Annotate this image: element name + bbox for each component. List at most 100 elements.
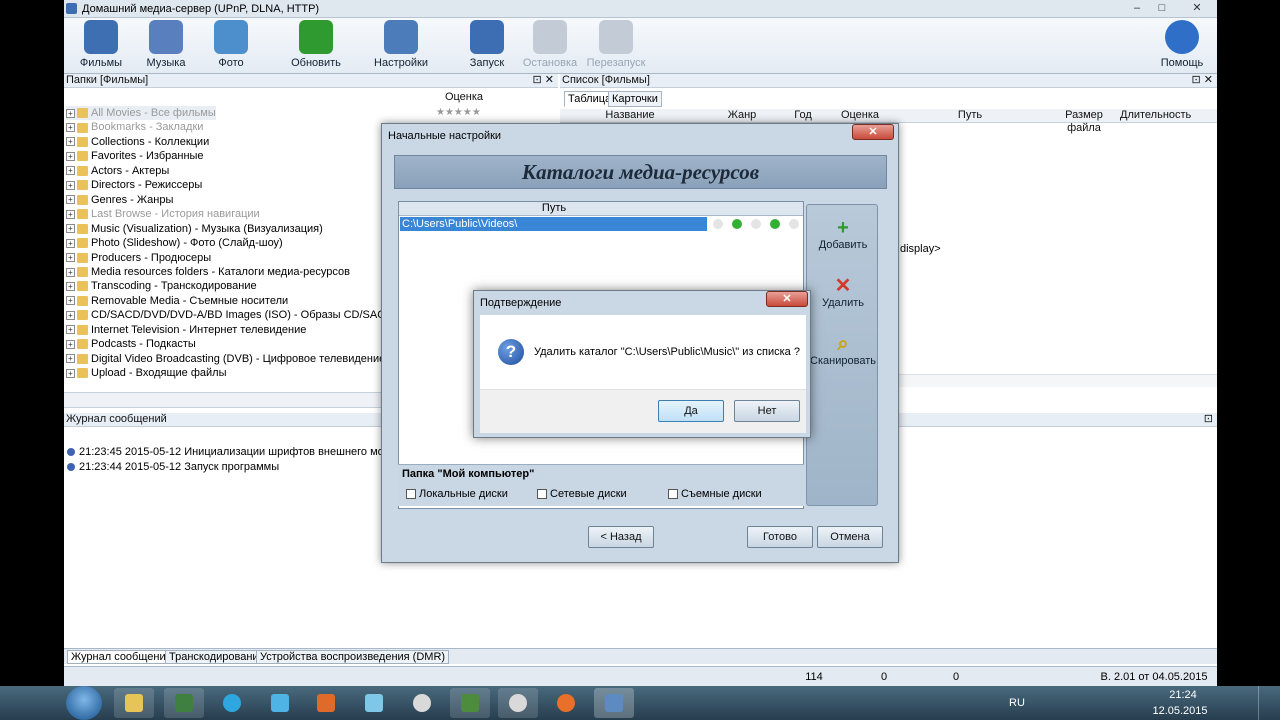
expand-icon[interactable]: + xyxy=(66,123,75,133)
log-row-text: 21:23:45 2015-05-12 Инициализации шрифто… xyxy=(79,446,422,458)
col-file-size[interactable]: Размер файла xyxy=(1050,109,1118,134)
clock-time[interactable]: 21:24 xyxy=(1153,689,1213,701)
expand-icon[interactable]: + xyxy=(66,238,75,248)
tab-log[interactable]: Журнал сообщений xyxy=(67,650,176,664)
tree-item[interactable]: + Last Browse - История навигации xyxy=(66,207,260,221)
tree-item[interactable]: + Genres - Жанры xyxy=(66,193,173,207)
expand-icon[interactable]: + xyxy=(66,296,75,306)
taskbar-app[interactable] xyxy=(306,688,346,718)
tab-cards[interactable]: Карточки xyxy=(608,91,662,107)
taskbar-app[interactable] xyxy=(212,688,252,718)
toolbar-stop-button[interactable]: Остановка xyxy=(518,20,582,69)
expand-icon[interactable]: + xyxy=(66,339,75,349)
toolbar-settings-button[interactable]: Настройки xyxy=(369,20,433,69)
tree-item[interactable]: + Media resources folders - Каталоги меди… xyxy=(66,265,350,279)
toolbar-help-button[interactable]: Помощь xyxy=(1150,20,1214,69)
tree-item[interactable]: + All Movies - Все фильмы xyxy=(66,106,216,120)
tab-dmr-devices[interactable]: Устройства воспроизведения (DMR) xyxy=(256,650,450,664)
toolbar-refresh-button[interactable]: Обновить xyxy=(284,20,348,69)
tree-item[interactable]: + Internet Television - Интернет телевиде… xyxy=(66,323,306,337)
toolbar-films-button[interactable]: Фильмы xyxy=(69,20,133,69)
expand-icon[interactable]: + xyxy=(66,253,75,263)
checkbox-label: Локальные диски xyxy=(419,488,508,500)
expand-icon[interactable]: + xyxy=(66,195,75,205)
tree-item[interactable]: + Podcasts - Подкасты xyxy=(66,337,196,351)
tree-item[interactable]: + Directors - Режиссеры xyxy=(66,178,202,192)
tree-item[interactable]: + Producers - Продюсеры xyxy=(66,251,211,265)
dialog-close-button[interactable]: ✕ xyxy=(852,124,894,140)
path-header[interactable]: Путь xyxy=(519,202,589,214)
expand-icon[interactable]: + xyxy=(66,209,75,219)
tree-item[interactable]: + Collections - Коллекции xyxy=(66,135,209,149)
expand-icon[interactable]: + xyxy=(66,224,75,234)
taskbar-app[interactable] xyxy=(354,688,394,718)
col-genre[interactable]: Жанр xyxy=(722,109,762,122)
col-year[interactable]: Год xyxy=(788,109,818,122)
remove-folder-button[interactable]: ✕ Удалить xyxy=(807,275,879,309)
toolbar-photo-button[interactable]: Фото xyxy=(199,20,263,69)
taskbar-app[interactable] xyxy=(498,688,538,718)
minimize-button[interactable]: – xyxy=(1127,2,1147,16)
expand-icon[interactable]: + xyxy=(66,368,75,378)
maximize-button[interactable]: □ xyxy=(1152,2,1172,16)
tree-item[interactable]: + Bookmarks - Закладки xyxy=(66,120,203,134)
taskbar-app[interactable] xyxy=(402,688,442,718)
rating-column-header[interactable]: Оценка xyxy=(434,91,494,104)
done-button[interactable]: Готово xyxy=(747,526,813,548)
col-duration[interactable]: Длительность xyxy=(1120,109,1191,122)
expand-icon[interactable]: + xyxy=(66,137,75,147)
tree-item[interactable]: + Favorites - Избранные xyxy=(66,149,204,163)
col-title[interactable]: Название xyxy=(580,109,680,122)
taskbar-firefox[interactable] xyxy=(546,688,586,718)
list-text-fragment: display> xyxy=(900,243,941,255)
tree-item[interactable]: + Music (Visualization) - Музыка (Визуали… xyxy=(66,222,323,236)
local-disks-checkbox[interactable]: Локальные диски xyxy=(406,488,508,500)
taskbar-app[interactable] xyxy=(260,688,300,718)
tree-item[interactable]: + Actors - Актеры xyxy=(66,164,169,178)
col-path[interactable]: Путь xyxy=(930,109,1010,122)
taskbar-explorer[interactable] xyxy=(114,688,154,718)
tree-item[interactable]: + Digital Video Broadcasting (DVB) - Цифр… xyxy=(66,352,418,366)
add-folder-button[interactable]: + Добавить xyxy=(807,217,879,251)
expand-icon[interactable]: + xyxy=(66,166,75,176)
confirm-close-button[interactable]: ✕ xyxy=(766,291,808,307)
toolbar-restart-button[interactable]: Перезапуск xyxy=(584,20,648,69)
language-indicator[interactable]: RU xyxy=(1009,697,1025,709)
tree-item[interactable]: + Photo (Slideshow) - Фото (Слайд-шоу) xyxy=(66,236,283,250)
network-disks-checkbox[interactable]: Сетевые диски xyxy=(537,488,627,500)
expand-icon[interactable]: + xyxy=(66,180,75,190)
folder-row-selected[interactable]: C:\Users\Public\Videos\ xyxy=(400,217,707,231)
app-icon xyxy=(66,3,77,14)
toolbar-music-button[interactable]: Музыка xyxy=(134,20,198,69)
col-rating[interactable]: Оценка xyxy=(830,109,890,122)
taskbar-media-server[interactable] xyxy=(594,688,634,718)
back-button[interactable]: < Назад xyxy=(588,526,654,548)
expand-icon[interactable]: + xyxy=(66,281,75,291)
tree-item[interactable]: + Upload - Входящие файлы xyxy=(66,366,226,380)
taskbar-app[interactable] xyxy=(450,688,490,718)
start-button[interactable] xyxy=(66,686,102,720)
expand-icon[interactable]: + xyxy=(66,310,75,320)
expand-icon[interactable]: + xyxy=(66,267,75,277)
clock-date[interactable]: 12.05.2015 xyxy=(1145,705,1215,717)
yes-button[interactable]: Да xyxy=(658,400,724,422)
cancel-button[interactable]: Отмена xyxy=(817,526,883,548)
toolbar-start-button[interactable]: Запуск xyxy=(455,20,519,69)
taskbar-app[interactable] xyxy=(164,688,204,718)
removable-disks-checkbox[interactable]: Съемные диски xyxy=(668,488,762,500)
expand-icon[interactable]: + xyxy=(66,325,75,335)
close-button[interactable]: ✕ xyxy=(1182,2,1212,16)
tree-item[interactable]: + Transcoding - Транскодирование xyxy=(66,279,257,293)
pane-pin-close[interactable]: ⊡ ✕ xyxy=(1192,74,1214,87)
no-button[interactable]: Нет xyxy=(734,400,800,422)
show-desktop-button[interactable] xyxy=(1258,686,1280,720)
expand-icon[interactable]: + xyxy=(66,108,75,118)
tab-transcoding[interactable]: Транскодирование xyxy=(165,650,269,664)
expand-icon[interactable]: + xyxy=(66,151,75,161)
pane-pin[interactable]: ⊡ xyxy=(1204,413,1213,426)
folder-icon xyxy=(77,339,88,350)
scan-folder-button[interactable]: ⌕ Сканировать xyxy=(807,333,879,367)
tree-item[interactable]: + Removable Media - Съемные носители xyxy=(66,294,288,308)
pane-pin-close[interactable]: ⊡ ✕ xyxy=(533,74,555,87)
expand-icon[interactable]: + xyxy=(66,354,75,364)
